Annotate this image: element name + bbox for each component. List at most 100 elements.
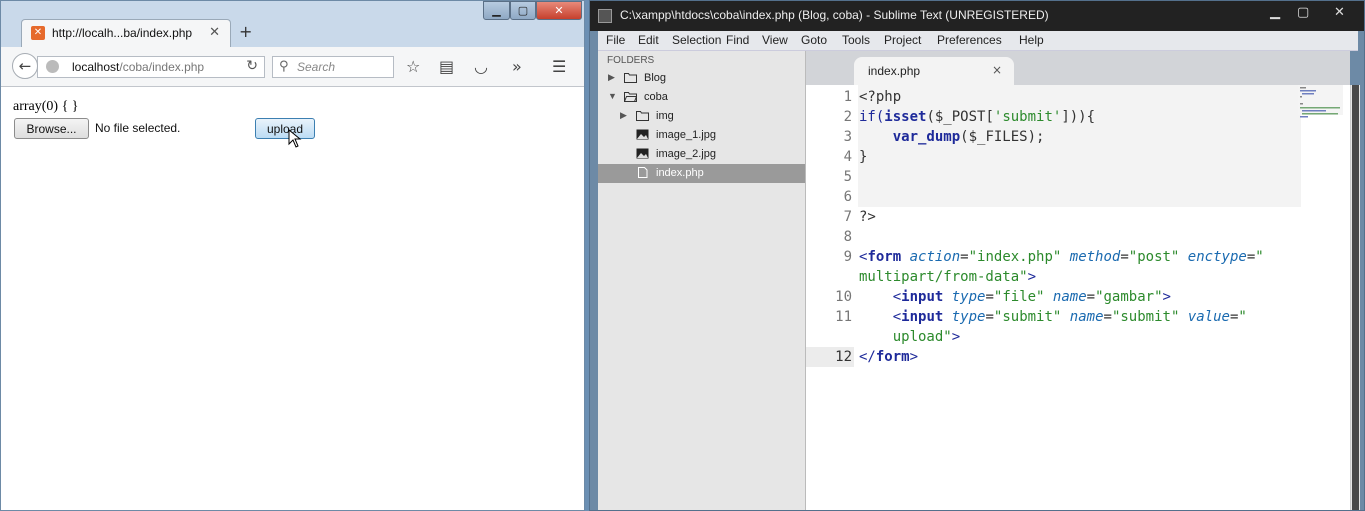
browser-tab[interactable]: ✕ http://localh...ba/index.php ✕ <box>21 19 231 47</box>
tab-title: http://localh...ba/index.php <box>52 26 193 40</box>
tree-folder-img[interactable]: ▶ img <box>598 107 805 126</box>
menu-goto[interactable]: Goto <box>801 33 827 47</box>
tree-folder-coba[interactable]: ▼ coba <box>598 88 805 107</box>
back-button[interactable]: ← <box>12 53 38 79</box>
expand-arrow-icon[interactable]: ▶ <box>620 110 627 121</box>
code-token: 'submit' <box>993 109 1062 125</box>
sublime-window: C:\xampp\htdocs\coba\index.php (Blog, co… <box>589 0 1365 511</box>
code-token: multipart/from-data" <box>859 269 1028 285</box>
new-tab-button[interactable]: + <box>239 22 252 41</box>
search-box[interactable]: ⚲ Search <box>272 56 394 78</box>
code-token: < <box>859 289 902 305</box>
code-token: form <box>867 249 902 265</box>
folder-icon <box>636 111 649 121</box>
expand-arrow-icon[interactable]: ▶ <box>608 72 615 83</box>
menu-preferences[interactable]: Preferences <box>937 33 1002 47</box>
line-number: 5 <box>843 169 852 185</box>
code-token: > <box>951 329 961 345</box>
code-token: " <box>1238 309 1247 325</box>
code-token: form <box>875 349 910 365</box>
address-bar[interactable]: localhost/coba/index.php ↻ <box>37 56 265 78</box>
editor-tab-index-php[interactable]: index.php × <box>854 57 1014 85</box>
reading-list-icon[interactable]: ▤ <box>439 57 454 76</box>
line-number: 3 <box>843 129 852 145</box>
code-editor[interactable]: 1 2 3 4 5 6 7 8 9 10 11 12 <?php if(isse… <box>806 85 1350 510</box>
code-token: name <box>1069 309 1104 325</box>
code-token: isset <box>884 109 927 125</box>
tab-close-icon[interactable]: × <box>992 63 1002 77</box>
code-token: " <box>1255 249 1264 265</box>
menu-help[interactable]: Help <box>1019 33 1044 47</box>
scrollbar-thumb[interactable] <box>1352 85 1359 510</box>
browse-button[interactable]: Browse... <box>14 118 89 139</box>
code-line-9: <form action="index.php" method="post" e… <box>859 249 1264 265</box>
code-token: "index.php" <box>968 249 1062 265</box>
line-number: 2 <box>843 109 852 125</box>
tab-label: index.php <box>868 64 921 78</box>
tree-folder-blog[interactable]: ▶ Blog <box>598 69 805 88</box>
code-token: upload" <box>859 329 952 345</box>
menu-hamburger-icon[interactable]: ☰ <box>552 57 566 76</box>
bookmark-star-icon[interactable]: ☆ <box>406 57 420 76</box>
mouse-pointer-icon <box>288 129 302 148</box>
page-content: array(0) { } Browse... No file selected.… <box>1 87 584 510</box>
file-icon <box>638 167 648 178</box>
editor-tab-bar: index.php × <box>806 51 1350 85</box>
line-number: 6 <box>843 189 852 205</box>
tree-file-image-1[interactable]: image_1.jpg <box>598 126 805 145</box>
collapse-arrow-icon[interactable]: ▼ <box>608 91 617 101</box>
tree-label: Blog <box>644 72 667 84</box>
url-text: localhost/coba/index.php <box>72 60 204 74</box>
menu-find[interactable]: Find <box>726 33 749 47</box>
tree-label: img <box>656 110 674 122</box>
pocket-icon[interactable]: ◡ <box>474 57 488 76</box>
vertical-scrollbar[interactable] <box>1350 85 1360 510</box>
maximize-button[interactable]: ▢ <box>510 1 536 20</box>
close-window-button[interactable]: ✕ <box>1334 5 1345 20</box>
minimize-button[interactable]: ▁ <box>483 1 510 20</box>
code-token: = <box>1246 249 1256 265</box>
code-token: = <box>985 289 994 305</box>
menu-view[interactable]: View <box>762 33 788 47</box>
upload-submit-button[interactable]: upload <box>255 118 315 139</box>
maximize-button[interactable]: ▢ <box>1297 5 1309 20</box>
overflow-chevron-icon[interactable]: » <box>512 57 522 76</box>
menu-tools[interactable]: Tools <box>842 33 870 47</box>
sublime-title-bar: C:\xampp\htdocs\coba\index.php (Blog, co… <box>590 1 1364 31</box>
close-window-button[interactable]: ✕ <box>536 1 582 20</box>
menu-selection[interactable]: Selection <box>672 33 721 47</box>
line-number: 10 <box>835 289 852 305</box>
minimize-button[interactable]: ▁ <box>1270 5 1280 20</box>
code-line-10: <input type="file" name="gambar"> <box>859 289 1171 305</box>
sublime-app-icon <box>598 9 612 23</box>
tree-file-image-2[interactable]: image_2.jpg <box>598 145 805 164</box>
code-token: input <box>901 309 944 325</box>
menu-file[interactable]: File <box>606 33 625 47</box>
code-token: ($_FILES); <box>960 129 1045 145</box>
minimap[interactable] <box>1298 85 1343 125</box>
line-number: 8 <box>843 229 852 245</box>
line-number-gutter: 1 2 3 4 5 6 7 8 9 10 11 12 <box>806 85 852 510</box>
site-identity-icon[interactable] <box>46 60 59 73</box>
var-dump-output: array(0) { } <box>13 99 79 114</box>
tab-close-icon[interactable]: ✕ <box>209 25 220 40</box>
code-token: "submit" <box>1111 309 1180 325</box>
code-token: name <box>1052 289 1087 305</box>
url-path: /coba/index.php <box>119 60 205 74</box>
tree-file-index-php[interactable]: index.php <box>598 164 805 183</box>
code-token: "gambar" <box>1095 289 1163 305</box>
menu-project[interactable]: Project <box>884 33 921 47</box>
code-token: = <box>960 249 969 265</box>
tree-label: image_2.jpg <box>656 148 716 160</box>
code-token: var_dump <box>892 129 961 145</box>
line-number: 9 <box>843 249 852 265</box>
code-line-12: </form> <box>859 349 918 365</box>
menu-edit[interactable]: Edit <box>638 33 659 47</box>
window-title: C:\xampp\htdocs\coba\index.php (Blog, co… <box>620 8 1049 22</box>
reload-icon[interactable]: ↻ <box>246 58 258 74</box>
